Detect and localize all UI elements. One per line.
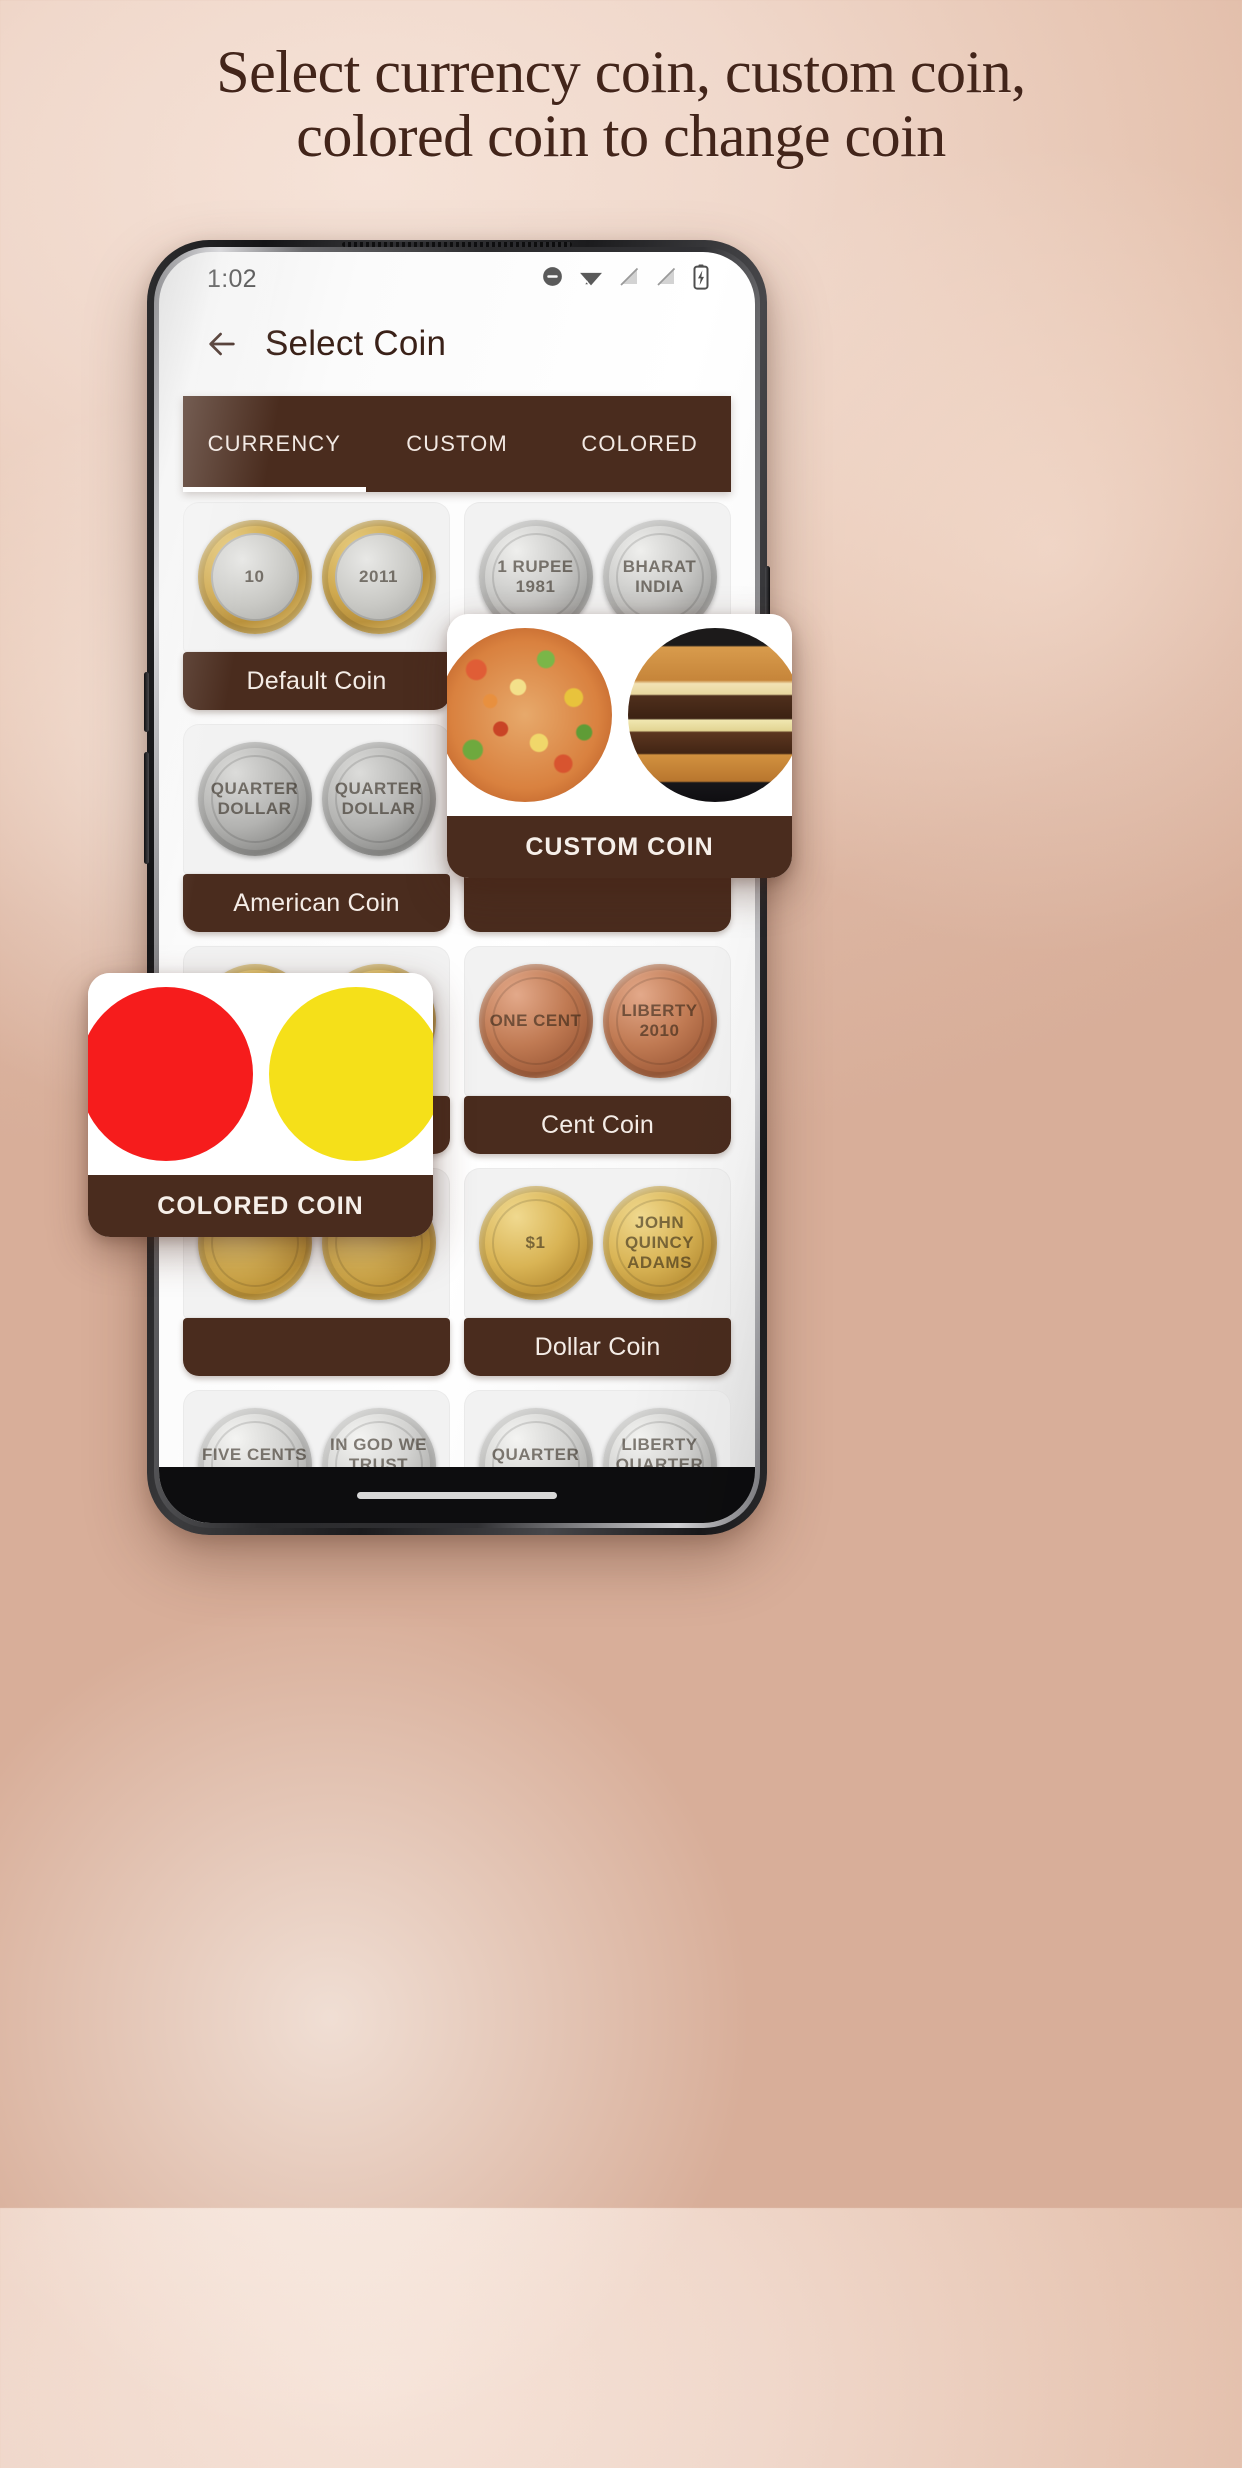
coin-face-obverse: 10 xyxy=(197,520,312,634)
back-arrow-icon[interactable] xyxy=(205,327,239,361)
tab-custom[interactable]: CUSTOM xyxy=(366,396,549,492)
yellow-circle xyxy=(268,987,433,1161)
custom-coin-label: CUSTOM COIN xyxy=(447,816,792,878)
tab-colored[interactable]: COLORED xyxy=(548,396,731,492)
coin-card-cent[interactable]: ONE CENT LIBERTY 2010 Cent Coin xyxy=(464,946,731,1154)
coin-face-reverse: JOHN QUINCY ADAMS xyxy=(602,1186,717,1300)
coin-face-reverse: QUARTER DOLLAR xyxy=(321,742,436,856)
coin-card-label: American Coin xyxy=(183,874,450,932)
tab-bar: CURRENCY CUSTOM COLORED xyxy=(183,396,731,492)
do-not-disturb-icon xyxy=(540,264,565,294)
coin-face-obverse: $1 xyxy=(478,1186,593,1300)
tab-custom-label: CUSTOM xyxy=(406,431,508,456)
coin-card-label: Default Coin xyxy=(183,652,450,710)
coin-card-label xyxy=(183,1318,450,1376)
earpiece-speaker xyxy=(342,242,572,247)
page-title: Select Coin xyxy=(265,324,447,363)
coin-face-text: QUARTER DOLLAR xyxy=(334,779,423,818)
coin-face-text: 2011 xyxy=(359,567,398,586)
promo-headline-line1: Select currency coin, custom coin, xyxy=(216,39,1026,105)
status-bar-icons xyxy=(540,264,711,295)
wifi-icon xyxy=(578,264,604,294)
phone-bezel: 1:02 Select Coin CURRENCY CUSTOM COLORED… xyxy=(154,247,760,1528)
phone-screen: 1:02 Select Coin CURRENCY CUSTOM COLORED… xyxy=(159,252,755,1523)
coin-face-text: ONE CENT xyxy=(489,1011,582,1030)
coin-faces: ONE CENT LIBERTY 2010 xyxy=(464,946,731,1096)
coin-card-label xyxy=(464,874,731,932)
burger-image xyxy=(627,628,792,802)
pizza-image xyxy=(447,628,612,802)
coin-faces: $1 JOHN QUINCY ADAMS xyxy=(464,1168,731,1318)
promo-headline: Select currency coin, custom coin, color… xyxy=(0,40,1242,168)
volume-down-button[interactable] xyxy=(144,752,149,864)
coin-face-text: LIBERTY 2010 xyxy=(621,1001,698,1040)
colored-coin-overlay-card[interactable]: COLORED COIN xyxy=(88,973,433,1237)
background-glow-bottom xyxy=(0,1568,780,2468)
status-bar: 1:02 xyxy=(159,252,755,302)
coin-card-label: Cent Coin xyxy=(464,1096,731,1154)
tab-currency-label: CURRENCY xyxy=(207,431,342,456)
coin-face-text: 10 xyxy=(244,567,265,586)
coin-face-reverse: LIBERTY 2010 xyxy=(602,964,717,1078)
coin-card-label: Dollar Coin xyxy=(464,1318,731,1376)
tab-currency[interactable]: CURRENCY xyxy=(183,396,366,492)
custom-coin-faces xyxy=(447,614,792,816)
coin-face-text: $1 xyxy=(525,1233,546,1252)
volume-up-button[interactable] xyxy=(144,672,149,732)
promo-headline-line2: colored coin to change coin xyxy=(296,103,946,170)
app-bar: Select Coin xyxy=(159,302,755,382)
gesture-navigation-bar xyxy=(159,1467,755,1523)
custom-coin-overlay-card[interactable]: CUSTOM COIN xyxy=(447,614,792,878)
colored-coin-faces xyxy=(88,973,433,1175)
coin-card-american[interactable]: QUARTER DOLLAR QUARTER DOLLAR American C… xyxy=(183,724,450,932)
coin-faces: 10 2011 xyxy=(183,502,450,652)
coin-card-dollar[interactable]: $1 JOHN QUINCY ADAMS Dollar Coin xyxy=(464,1168,731,1376)
colored-coin-label: COLORED COIN xyxy=(88,1175,433,1237)
status-bar-clock: 1:02 xyxy=(207,264,257,293)
tab-colored-label: COLORED xyxy=(581,431,698,456)
battery-charging-icon xyxy=(691,264,711,295)
coin-face-obverse: ONE CENT xyxy=(478,964,593,1078)
coin-card-default[interactable]: 10 2011 Default Coin xyxy=(183,502,450,710)
coin-faces: QUARTER DOLLAR QUARTER DOLLAR xyxy=(183,724,450,874)
phone-mockup: 1:02 Select Coin CURRENCY CUSTOM COLORED… xyxy=(144,240,770,1535)
coin-face-text: QUARTER DOLLAR xyxy=(210,779,299,818)
home-gesture-pill[interactable] xyxy=(357,1491,557,1499)
coin-face-obverse: QUARTER DOLLAR xyxy=(197,742,312,856)
red-circle xyxy=(88,987,253,1161)
signal-off-icon xyxy=(654,264,678,294)
signal-off-icon xyxy=(617,264,641,294)
coin-face-reverse: 2011 xyxy=(321,520,436,634)
coin-face-text: JOHN QUINCY ADAMS xyxy=(624,1213,695,1272)
